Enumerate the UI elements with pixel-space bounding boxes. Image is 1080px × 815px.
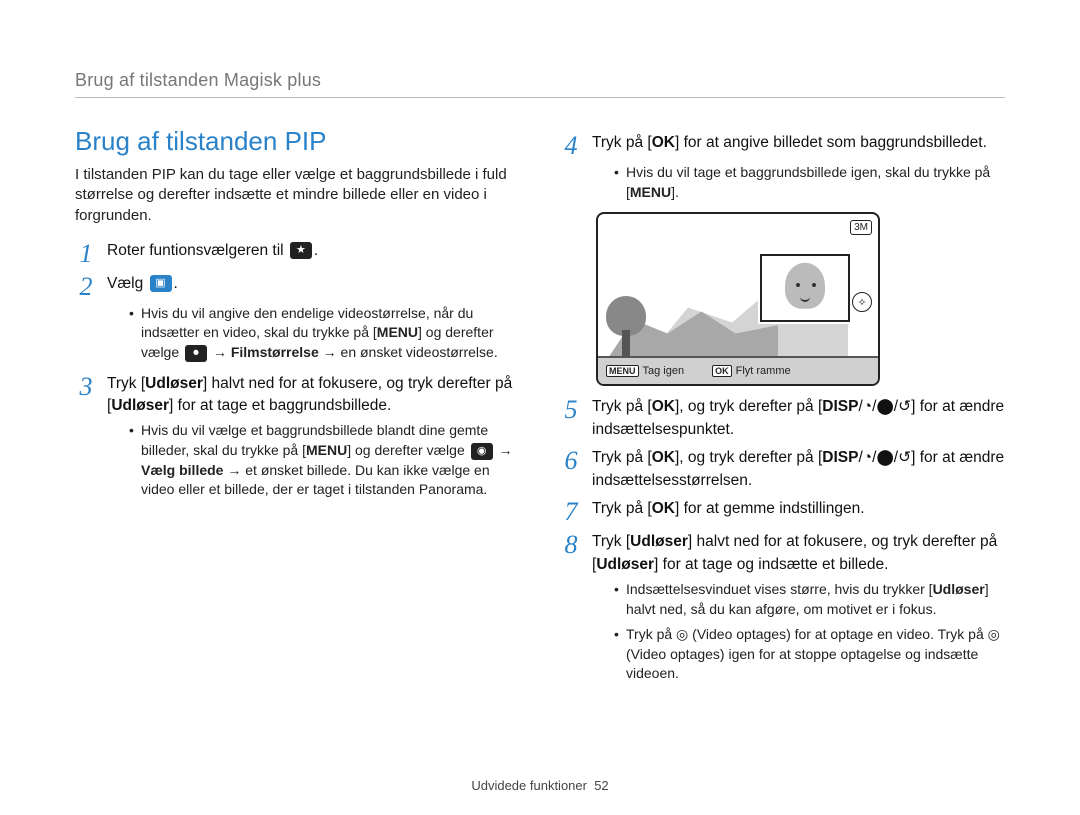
ok-action-text: Flyt ramme (736, 365, 791, 377)
disp-label: DISP (822, 449, 858, 466)
page-footer: Udvidede funktioner 52 (0, 778, 1080, 793)
shutter-label: Udløser (596, 556, 654, 573)
mode-dial-icon: ★ (290, 242, 312, 259)
camera-icon: ◉ (471, 443, 493, 460)
step-number: 8 (560, 531, 582, 558)
step-number: 6 (560, 447, 582, 474)
step-7: 7 Tryk på [OK] for at gemme indstillinge… (560, 498, 1005, 525)
step-number: 4 (560, 132, 582, 159)
step-number: 7 (560, 498, 582, 525)
shutter-label: Udløser (933, 581, 985, 597)
preview-status-bar: MENU Tag igen OK Flyt ramme (598, 358, 878, 384)
step-3-note: Hvis du vil vælge et baggrundsbillede bl… (129, 421, 520, 499)
preview-ok-action: OK Flyt ramme (712, 365, 791, 377)
page-title: Brug af tilstanden PIP (75, 126, 520, 157)
shutter-label: Udløser (145, 375, 203, 392)
pip-mode-icon: ▣ (150, 275, 172, 292)
menu-label: MENU (630, 184, 671, 200)
nav-icons: /◔/⬤/↺ (858, 398, 911, 415)
right-column: 4 Tryk på [OK] for at angive billedet so… (560, 126, 1005, 690)
step-1: 1 Roter funtionsvælgeren til ★. (75, 240, 520, 267)
step-3: 3 Tryk [Udløser] halvt ned for at fokuse… (75, 373, 520, 418)
choose-image-label: Vælg billede (141, 462, 223, 478)
breadcrumb: Brug af tilstanden Magisk plus (75, 70, 1005, 91)
menu-label: MENU (377, 324, 418, 340)
step-8-note-1: Indsættelsesvinduet vises større, hvis d… (614, 580, 1005, 619)
shutter-label: Udløser (630, 533, 688, 550)
pip-inset-window (760, 254, 850, 322)
menu-chip: MENU (606, 365, 639, 377)
arrow-icon: → (499, 442, 513, 458)
step-5: 5 Tryk på [OK], og tryk derefter på [DIS… (560, 396, 1005, 441)
step-4: 4 Tryk på [OK] for at angive billedet so… (560, 132, 1005, 159)
menu-action-text: Tag igen (643, 365, 685, 377)
preview-menu-action: MENU Tag igen (606, 365, 684, 377)
camera-preview-illustration: 3M ✧ MENU Tag igen OK Flyt ramme (596, 212, 880, 386)
step-6: 6 Tryk på [OK], og tryk derefter på [DIS… (560, 447, 1005, 492)
step-2-note: Hvis du vil angive den endelige videostø… (129, 304, 520, 363)
filmsize-label: Filmstørrelse (231, 344, 319, 360)
menu-label: MENU (306, 442, 347, 458)
step-number: 2 (75, 273, 97, 300)
step-number: 5 (560, 396, 582, 423)
footer-page-number: 52 (594, 778, 608, 793)
shutter-label: Udløser (111, 397, 169, 414)
ok-label: OK (652, 398, 675, 415)
step-2-text: Vælg (107, 275, 148, 292)
step-number: 3 (75, 373, 97, 400)
disp-label: DISP (822, 398, 858, 415)
header-rule (75, 97, 1005, 98)
ok-label: OK (652, 500, 675, 517)
resolution-badge: 3M (850, 220, 872, 235)
step-2: 2 Vælg ▣. (75, 273, 520, 300)
step-number: 1 (75, 240, 97, 267)
ok-label: OK (652, 134, 675, 151)
step-1-text: Roter funtionsvælgeren til (107, 242, 288, 259)
intro-text: I tilstanden PIP kan du tage eller vælge… (75, 165, 520, 226)
footer-section: Udvidede funktioner (471, 778, 587, 793)
movie-icon: ⏺ (185, 345, 207, 362)
arrow-icon: → (213, 344, 227, 360)
left-column: Brug af tilstanden PIP I tilstanden PIP … (75, 126, 520, 690)
ok-label: OK (652, 449, 675, 466)
step-4-note: Hvis du vil tage et baggrundsbillede ige… (614, 163, 1005, 202)
ok-chip: OK (712, 365, 732, 377)
step-8: 8 Tryk [Udløser] halvt ned for at fokuse… (560, 531, 1005, 576)
step-8-note-2: Tryk på ◎ (Video optages) for at optage … (614, 625, 1005, 684)
nav-icons: /◔/⬤/↺ (858, 449, 911, 466)
